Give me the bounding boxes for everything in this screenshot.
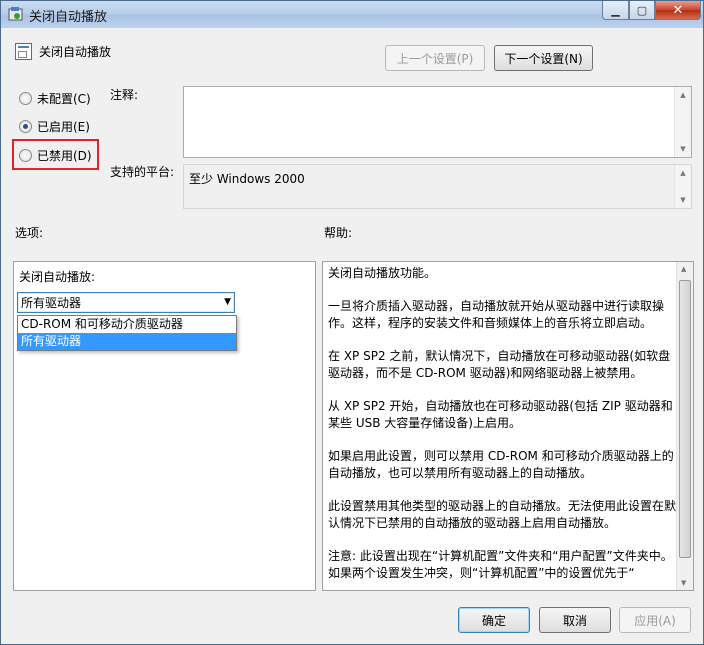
platform-value: 至少 Windows 2000 (189, 172, 305, 186)
radio-checked-icon (19, 120, 32, 133)
minimize-icon: ▁ (611, 3, 620, 17)
maximize-icon: ▢ (636, 3, 648, 17)
apply-button[interactable]: 应用(A) (619, 607, 691, 633)
help-paragraph: 注意: 此设置出现在“计算机配置”文件夹和“用户配置”文件夹中。如果两个设置发生… (328, 549, 673, 580)
select-value: 所有驱动器 (21, 296, 82, 310)
scroll-down-icon[interactable]: ▼ (675, 192, 691, 208)
scroll-down-icon[interactable]: ▼ (675, 141, 691, 157)
policy-app-icon (8, 7, 23, 21)
window-title: 关闭自动播放 (29, 10, 108, 25)
prev-setting-button[interactable]: 上一个设置(P) (385, 45, 485, 71)
radio-label: 未配置(C) (37, 92, 91, 106)
autoplay-field-label: 关闭自动播放: (19, 270, 96, 284)
policy-setting-icon (15, 43, 32, 60)
scrollbar-thumb[interactable] (679, 280, 691, 558)
help-scrollbar[interactable]: ▲ ▼ (676, 262, 693, 590)
policy-dialog: 关闭自动播放 ▁ ▢ ✕ 关闭自动播放 上一个设置(P) 下一个设置(N) 未配… (0, 0, 704, 645)
maximize-button[interactable]: ▢ (629, 1, 655, 20)
scroll-up-icon[interactable]: ▲ (675, 165, 691, 181)
help-text: 关闭自动播放功能。 一旦将介质插入驱动器，自动播放就开始从驱动器中进行读取操作。… (328, 265, 678, 598)
radio-enabled[interactable]: 已启用(E) (19, 118, 90, 135)
policy-name: 关闭自动播放 (39, 45, 112, 59)
radio-not-configured[interactable]: 未配置(C) (19, 90, 91, 107)
drive-type-dropdown-list: CD-ROM 和可移动介质驱动器 所有驱动器 (17, 315, 237, 351)
minimize-button[interactable]: ▁ (602, 1, 629, 20)
help-paragraph: 从 XP SP2 开始，自动播放也在可移动驱动器(包括 ZIP 驱动器和某些 U… (328, 399, 673, 430)
dropdown-option[interactable]: CD-ROM 和可移动介质驱动器 (18, 316, 236, 333)
comment-textarea[interactable]: ▲ ▼ (183, 86, 692, 158)
help-label: 帮助: (324, 226, 353, 240)
comment-label: 注释: (110, 88, 139, 102)
chevron-down-icon[interactable]: ▼ (224, 297, 231, 307)
help-paragraph: 在 XP SP2 之前，默认情况下，自动播放在可移动驱动器(如软盘驱动器，而不是… (328, 349, 671, 380)
annotation-highlight-box (12, 139, 99, 170)
platform-field: 至少 Windows 2000 ▲ ▼ (183, 164, 692, 209)
scroll-down-icon[interactable]: ▼ (681, 579, 686, 587)
scroll-up-icon[interactable]: ▲ (681, 265, 686, 273)
close-button[interactable]: ✕ (655, 1, 701, 20)
close-icon: ✕ (672, 2, 684, 18)
help-paragraph: 一旦将介质插入驱动器，自动播放就开始从驱动器中进行读取操作。这样，程序的安装文件… (328, 299, 665, 330)
platform-label: 支持的平台: (110, 165, 175, 179)
next-setting-button[interactable]: 下一个设置(N) (494, 45, 593, 71)
drive-type-select[interactable]: 所有驱动器 ▼ (17, 292, 235, 313)
help-paragraph: 此设置禁用其他类型的驱动器上的自动播放。无法使用此设置在默认情况下已禁用的自动播… (328, 499, 677, 530)
help-paragraph: 如果启用此设置，则可以禁用 CD-ROM 和可移动介质驱动器上的自动播放，也可以… (328, 449, 674, 480)
radio-icon (19, 92, 32, 105)
ok-button[interactable]: 确定 (458, 607, 530, 633)
dropdown-option-selected[interactable]: 所有驱动器 (18, 333, 236, 350)
title-bar[interactable]: 关闭自动播放 ▁ ▢ ✕ (1, 1, 703, 28)
help-paragraph: 关闭自动播放功能。 (328, 266, 437, 280)
radio-label: 已启用(E) (37, 120, 90, 134)
help-panel: 关闭自动播放功能。 一旦将介质插入驱动器，自动播放就开始从驱动器中进行读取操作。… (322, 261, 694, 591)
platform-scrollbar[interactable]: ▲ ▼ (674, 165, 691, 208)
cancel-button[interactable]: 取消 (539, 607, 611, 633)
scroll-up-icon[interactable]: ▲ (675, 87, 691, 103)
comment-scrollbar[interactable]: ▲ ▼ (674, 87, 691, 157)
options-label: 选项: (15, 226, 44, 240)
